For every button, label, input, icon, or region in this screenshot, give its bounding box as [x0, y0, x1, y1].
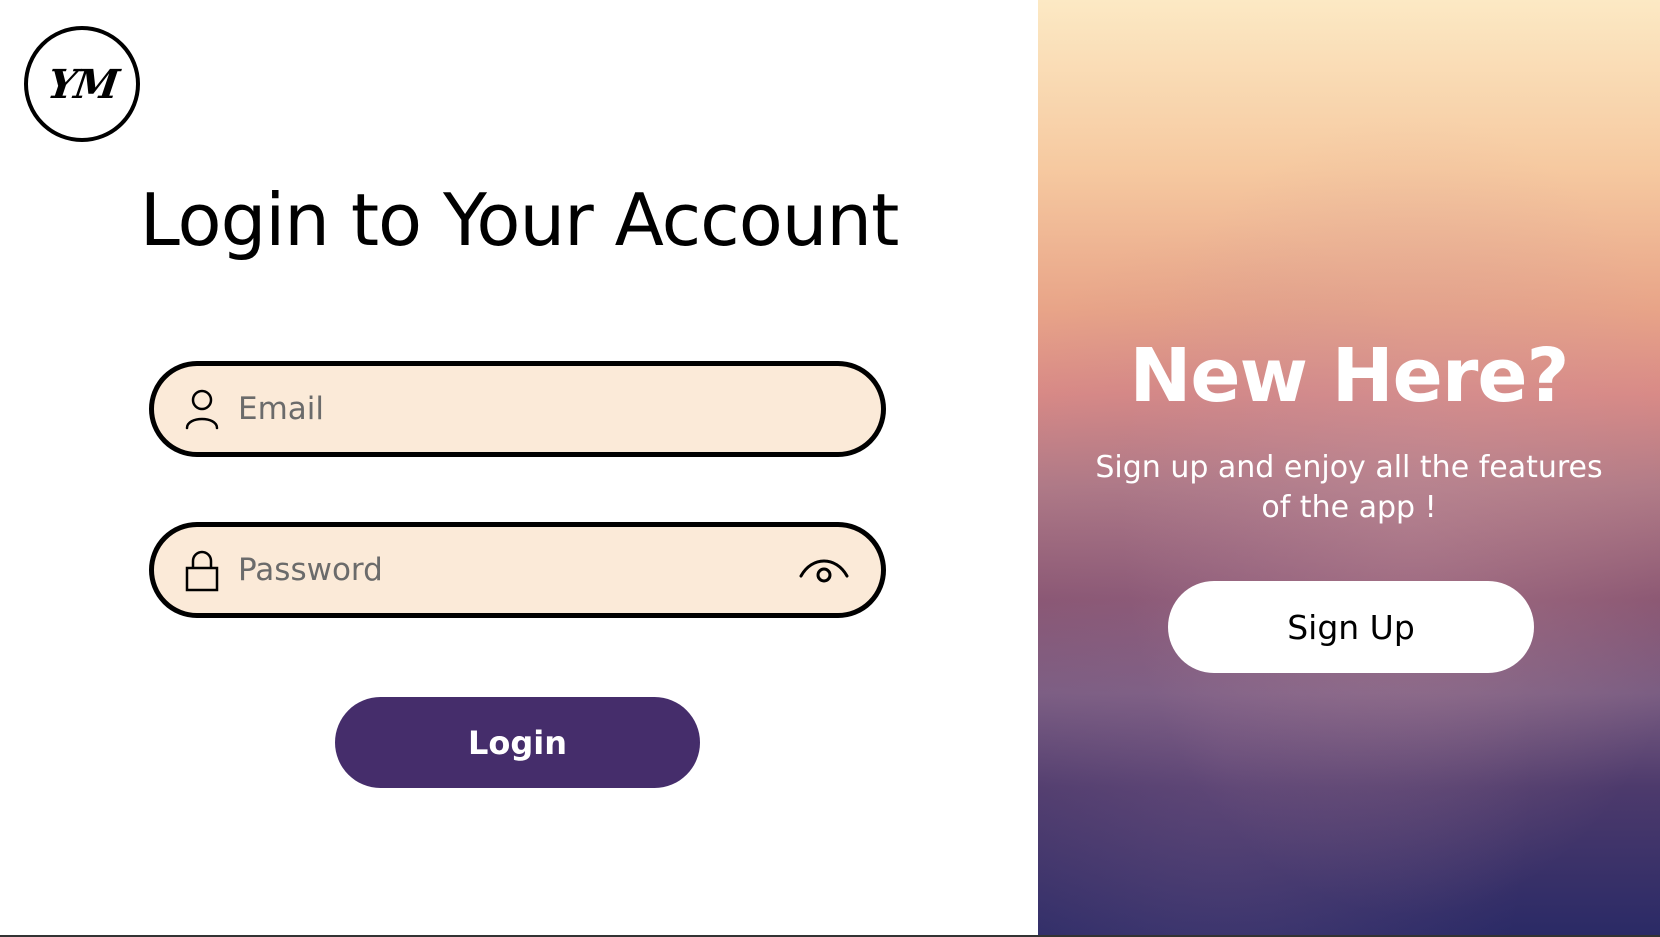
user-icon	[182, 387, 222, 431]
email-field[interactable]	[149, 361, 886, 457]
signup-button[interactable]: Sign Up	[1168, 581, 1534, 673]
logo: YM	[24, 26, 140, 142]
signup-panel: New Here? Sign up and enjoy all the feat…	[1038, 0, 1660, 937]
signup-subtitle: Sign up and enjoy all the features of th…	[1095, 450, 1603, 525]
signup-title: New Here?	[1129, 333, 1570, 419]
login-button[interactable]: Login	[335, 697, 700, 788]
eye-icon[interactable]	[797, 550, 851, 590]
lock-icon	[182, 548, 222, 592]
login-panel: YM Login to Your Account Email Login	[0, 0, 1038, 937]
logo-text: YM	[44, 60, 120, 108]
login-page: YM Login to Your Account Email Login New…	[0, 0, 1660, 937]
password-field[interactable]	[149, 522, 886, 618]
password-input[interactable]	[238, 527, 798, 613]
page-title: Login to Your Account	[139, 178, 900, 262]
email-input[interactable]	[238, 366, 798, 452]
